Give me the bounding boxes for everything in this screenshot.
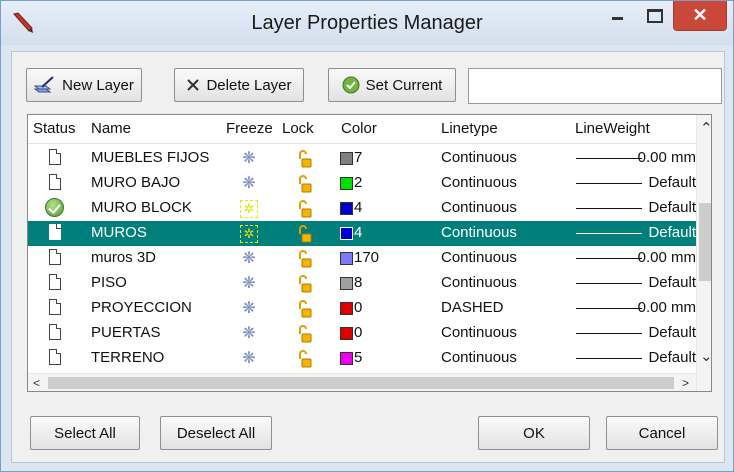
lineweight-value[interactable]: Default — [648, 224, 696, 241]
deselect-all-button[interactable]: Deselect All — [160, 416, 272, 450]
search-input[interactable] — [468, 68, 722, 104]
layer-row[interactable]: muros 3D ❋ 170 Continuous 0.00 mm — [28, 246, 696, 271]
close-button[interactable]: ✕ — [673, 1, 727, 31]
close-icon: ✕ — [692, 5, 708, 25]
lineweight-value[interactable]: Default — [648, 274, 696, 291]
title-bar[interactable]: Layer Properties Manager ✕ — [1, 1, 733, 45]
column-freeze[interactable]: Freeze — [226, 120, 273, 137]
cancel-button[interactable]: Cancel — [606, 416, 718, 450]
layer-row[interactable]: TERRENO ❋ 5 Continuous Default — [28, 346, 696, 371]
ok-button[interactable]: OK — [478, 416, 590, 450]
column-lock[interactable]: Lock — [282, 120, 314, 137]
layer-row[interactable]: MUROS ✲ 4 Continuous Default — [28, 221, 696, 246]
lineweight-value[interactable]: Default — [648, 324, 696, 341]
vertical-scroll-thumb[interactable] — [699, 203, 711, 281]
scroll-left-icon[interactable]: < — [33, 376, 40, 390]
vertical-scrollbar[interactable]: ⌃ ⌄ — [696, 115, 711, 391]
horizontal-scrollbar[interactable]: < > — [28, 373, 696, 391]
ok-label: OK — [523, 424, 545, 442]
deselect-all-label: Deselect All — [176, 424, 256, 442]
lineweight-value[interactable]: Default — [648, 199, 696, 216]
delete-layer-label: Delete Layer — [206, 76, 292, 94]
delete-layer-button[interactable]: Delete Layer — [174, 68, 304, 102]
new-layer-button[interactable]: New Layer — [26, 68, 142, 102]
lineweight-value[interactable]: 0.00 mm — [638, 249, 696, 266]
check-circle-icon — [342, 76, 360, 94]
scroll-right-icon[interactable]: > — [682, 376, 689, 390]
new-layer-label: New Layer — [62, 76, 134, 94]
new-layer-icon — [34, 76, 54, 93]
column-color[interactable]: Color — [341, 120, 377, 137]
column-status[interactable]: Status — [33, 120, 76, 137]
dialog-panel: New Layer Delete Layer Set Current Statu… — [11, 51, 725, 463]
maximize-button[interactable] — [638, 1, 670, 31]
set-current-button[interactable]: Set Current — [328, 68, 456, 102]
horizontal-scroll-thumb[interactable] — [48, 377, 674, 389]
layer-properties-window: Layer Properties Manager ✕ New Layer Del… — [0, 0, 734, 472]
layer-row[interactable]: PUERTAS ❋ 0 Continuous Default — [28, 321, 696, 346]
column-lineweight[interactable]: LineWeight — [575, 120, 650, 137]
minimize-button[interactable] — [601, 1, 633, 31]
lineweight-value[interactable]: 0.00 mm — [638, 149, 696, 166]
delete-x-icon — [187, 79, 200, 91]
lineweight-value[interactable]: Default — [648, 174, 696, 191]
select-all-label: Select All — [54, 424, 116, 442]
layer-list[interactable]: Status Name Freeze Lock Color Linetype L… — [27, 114, 712, 392]
layer-row[interactable]: MURO BLOCK ✲ 4 Continuous Default — [28, 196, 696, 221]
lineweight-value[interactable]: Default — [648, 349, 696, 366]
cancel-label: Cancel — [638, 424, 686, 442]
column-linetype[interactable]: Linetype — [441, 120, 498, 137]
lineweight-value[interactable]: 0.00 mm — [638, 299, 696, 316]
column-name[interactable]: Name — [91, 120, 131, 137]
scroll-up-icon[interactable]: ⌃ — [700, 119, 711, 137]
column-header-row: Status Name Freeze Lock Color Linetype L… — [28, 115, 711, 144]
layer-row[interactable]: MUEBLES FIJOS ❋ 7 Continuous 0.00 mm — [28, 146, 696, 171]
layer-row[interactable]: PROYECCION ❋ 0 DASHED 0.00 mm — [28, 296, 696, 321]
layer-row[interactable]: MURO BAJO ❋ 2 Continuous Default — [28, 171, 696, 196]
select-all-button[interactable]: Select All — [30, 416, 140, 450]
scroll-down-icon[interactable]: ⌄ — [700, 347, 711, 365]
layer-row[interactable]: PISO ❋ 8 Continuous Default — [28, 271, 696, 296]
set-current-label: Set Current — [365, 76, 443, 94]
